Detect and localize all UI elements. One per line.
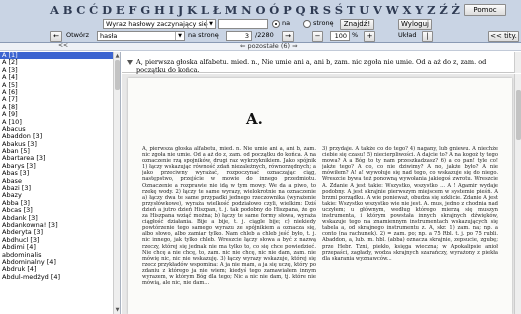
letter-link[interactable]: C [76,3,85,17]
entries-scrollbar[interactable]: ▲ ▼ [113,52,120,314]
letter-link[interactable]: R [309,3,319,17]
definition-text: A, pierwsza głoska alfabetu. mied. n., N… [136,58,487,74]
na-strone-label: na stronę [188,31,219,39]
list-item[interactable]: A [1] [0,52,120,60]
letter-link[interactable]: I [169,3,174,17]
scan-right-column: 3) przydaje. A także co do tego? 4) naga… [322,146,498,262]
scroll-down-icon[interactable]: ▼ [115,307,120,313]
search-input[interactable] [218,19,268,29]
list-item[interactable]: A [4] [0,73,120,81]
letter-link[interactable]: Z [427,3,435,17]
list-item[interactable]: A [7] [0,95,120,103]
letter-link[interactable]: Ł [213,3,221,17]
help-button[interactable]: Pomoc [464,4,506,16]
titles-button[interactable]: << tity. [488,31,519,42]
letter-link[interactable]: D [102,3,112,17]
zoom-in-button[interactable]: + [364,31,375,42]
radio-strone[interactable] [303,20,311,28]
top-toolbar: ABCĆDEFGHIJKLŁMNOÓPQRSŚTUVWXYZŹŻ Pomoc W… [0,0,521,43]
scanned-page: A. A, pierwsza głoska alfabetu, mied. n.… [128,78,512,314]
letter-link[interactable]: L [201,3,209,17]
panel-bar: << ⇐ pozostałe (6) ⇒ [0,42,521,51]
entries-list: A [1] A [2] A [3] A [4] A [5] A [6] A [7] A [8]… [0,52,121,314]
letter-link[interactable]: X [402,3,411,17]
letter-link[interactable]: P [283,3,292,17]
page-heading: A. [246,110,263,128]
letter-link[interactable]: Ó [269,3,279,17]
letter-link[interactable]: Y [415,3,423,17]
letter-link[interactable]: Ż [452,3,460,17]
scan-viewer: A. A, pierwsza głoska alfabetu, mied. n.… [122,74,521,314]
zoom-unit: % [352,31,359,39]
list-item[interactable]: A [8] [0,103,120,111]
letter-link[interactable]: M [225,3,238,17]
letter-link[interactable]: W [386,3,399,17]
radio-na-label: na [282,19,291,27]
find-button[interactable]: Znajdź! [340,19,374,30]
zoom-out-button[interactable]: − [312,31,323,42]
letter-link[interactable]: Ć [89,3,98,17]
layout-button[interactable]: | [422,31,433,42]
page-input[interactable]: 3 [226,31,252,41]
scan-scrollbar[interactable] [514,74,521,314]
expand-triangle-icon[interactable] [127,60,133,65]
radio-na[interactable] [272,20,280,28]
next-button[interactable]: → [282,31,294,42]
letter-link[interactable]: V [373,3,382,17]
scan-left-column: A, pierwsza głoska alfabetu, mied. n. Ni… [142,146,316,287]
layout-label: Układ [398,31,417,39]
letter-link[interactable]: Q [296,3,306,17]
page-total: /2280 [255,31,274,39]
letter-link[interactable]: Ź [439,3,447,17]
scroll-thumb[interactable] [516,90,521,140]
search-mode-select[interactable]: Wyraz hasłowy zaczynający się ▼ [103,19,216,29]
radio-strone-label: stronę [313,19,334,27]
list-item[interactable]: A [3] [0,66,120,74]
letter-link[interactable]: A [50,3,59,17]
chevron-down-icon: ▼ [206,20,215,28]
letter-link[interactable]: F [128,3,136,17]
list-item[interactable]: A [5] [0,81,120,89]
letter-link[interactable]: N [241,3,252,17]
chevron-down-icon: ▼ [175,32,184,40]
logout-button[interactable]: Wyloguj [398,19,432,30]
list-item[interactable]: A [6] [0,88,120,96]
list-item[interactable]: Abdul-medżyd [4] [0,273,120,281]
alphabet-bar: ABCĆDEFGHIJKLŁMNOÓPQRSŚTUVWXYZŹŻ [50,1,460,18]
letter-link[interactable]: H [154,3,165,17]
definition-scrollbar[interactable] [514,52,521,73]
search-mode-value: Wyraz hasłowy zaczynający się [106,20,208,28]
open-label: Otwórz [66,31,90,39]
definition-pane: A, pierwsza głoska alfabetu. mied. n., N… [122,52,521,74]
other-entries-link[interactable]: ⇐ pozostałe (6) ⇒ [240,42,298,50]
list-item[interactable]: A [2] [0,58,120,66]
letter-link[interactable]: U [359,3,369,17]
letter-link[interactable]: S [323,3,331,17]
scroll-up-icon[interactable]: ▲ [115,53,120,59]
zoom-input[interactable]: 100 [330,31,350,41]
scroll-thumb[interactable] [115,60,120,90]
collapse-left-button[interactable]: << [58,42,68,49]
open-select-value: hasła [100,32,118,40]
letter-link[interactable]: K [187,3,197,17]
open-select[interactable]: hasła ▼ [97,31,185,41]
letter-link[interactable]: J [178,3,183,17]
letter-link[interactable]: B [63,3,73,17]
letter-link[interactable]: Ś [335,3,343,17]
letter-link[interactable]: G [140,3,150,17]
letter-link[interactable]: O [255,3,265,17]
back-button[interactable]: ← [50,31,62,42]
letter-link[interactable]: E [116,3,125,17]
letter-link[interactable]: T [347,3,356,17]
